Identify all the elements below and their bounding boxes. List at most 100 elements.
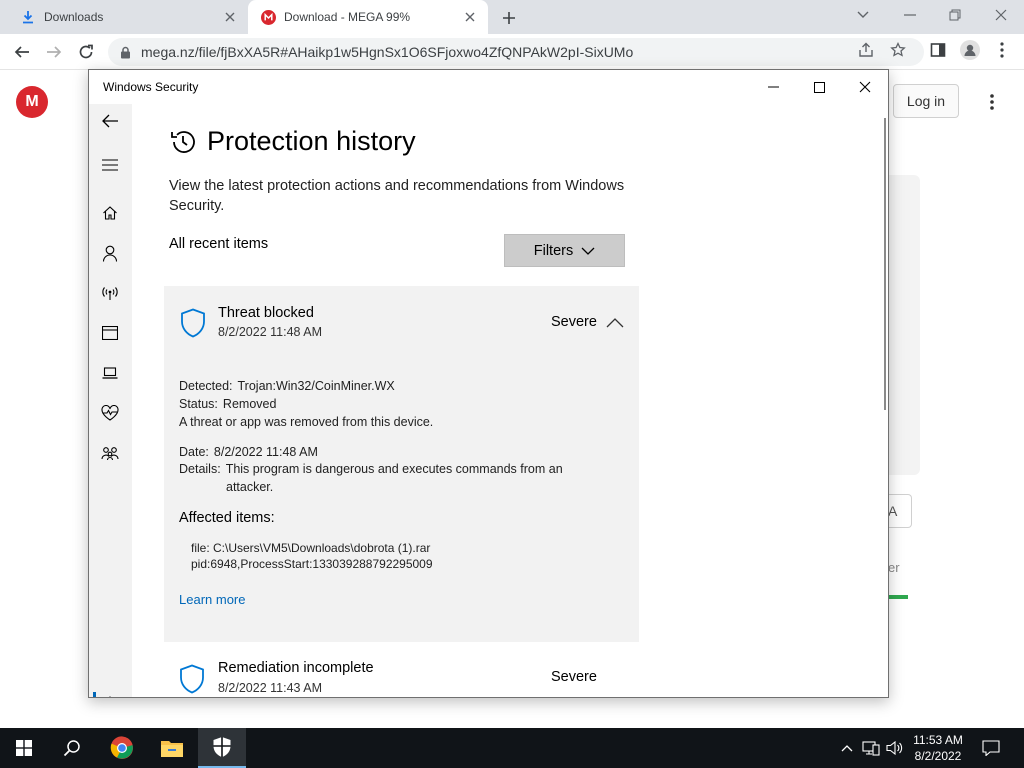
details-row: Details: This program is dangerous and ex…	[179, 462, 563, 476]
date-value: 8/2/2022 11:48 AM	[213, 445, 318, 459]
tab-search-icon[interactable]	[850, 4, 876, 26]
settings-gear-icon[interactable]	[99, 693, 121, 697]
mega-logo[interactable]: M	[16, 86, 48, 118]
close-window-icon[interactable]	[988, 4, 1014, 26]
page-description: View the latest protection actions and r…	[169, 178, 625, 214]
shield-icon	[180, 308, 206, 338]
forward-icon[interactable]	[42, 40, 66, 64]
security-content: Protection history View the latest prote…	[132, 104, 888, 697]
mega-icon	[260, 9, 276, 25]
close-icon[interactable]	[220, 7, 240, 27]
tab-title: Downloads	[44, 10, 104, 24]
filters-button[interactable]: Filters	[504, 234, 625, 267]
new-tab-button[interactable]	[498, 7, 520, 29]
partial-button-text: A	[888, 503, 898, 519]
notification-center-icon[interactable]	[982, 739, 1000, 757]
download-icon	[20, 9, 36, 25]
network-icon[interactable]	[862, 739, 880, 757]
restore-icon[interactable]	[942, 4, 968, 26]
minimize-icon[interactable]	[760, 76, 786, 98]
status-label: Status:	[179, 397, 218, 411]
section-label: All recent items	[169, 236, 269, 252]
tab-downloads[interactable]: Downloads	[0, 0, 248, 34]
page-title-text: Protection history	[207, 126, 416, 156]
status-value: Removed	[222, 397, 277, 411]
minimize-icon[interactable]	[897, 4, 923, 26]
status-row: Status: Removed	[179, 397, 276, 411]
profile-avatar-icon[interactable]	[960, 40, 980, 60]
back-arrow-icon[interactable]	[99, 110, 121, 132]
hamburger-menu-icon[interactable]	[99, 154, 121, 176]
details-label: Details:	[179, 462, 221, 476]
affected-process: pid:6948,ProcessStart:133039288792295009	[191, 557, 433, 571]
threat-blocked-card: Threat blocked 8/2/2022 11:48 AM Severe …	[164, 286, 639, 642]
remediation-title[interactable]: Remediation incomplete	[218, 660, 374, 676]
volume-icon[interactable]	[886, 739, 904, 757]
affected-items-heading: Affected items:	[179, 510, 275, 526]
bookmark-star-icon[interactable]	[888, 40, 908, 60]
clock-date: 8/2/2022	[914, 749, 962, 763]
window-titlebar[interactable]: Windows Security	[89, 70, 888, 104]
side-panel-icon[interactable]	[928, 40, 948, 60]
login-button[interactable]: Log in	[893, 84, 959, 118]
date-row: Date: 8/2/2022 11:48 AM	[179, 445, 318, 459]
system-clock[interactable]: 11:53 AM 8/2/2022	[904, 732, 972, 764]
firewall-network-icon[interactable]	[99, 282, 121, 304]
chevron-up-tray-icon[interactable]	[838, 739, 856, 757]
windows-security-window: Windows Security Protection history View…	[88, 69, 889, 698]
download-panel-edge	[888, 175, 920, 475]
more-options-icon[interactable]	[982, 90, 1002, 114]
windows-security-taskbar-button[interactable]	[198, 728, 246, 768]
tab-mega[interactable]: Download - MEGA 99%	[248, 0, 488, 34]
address-bar[interactable]: mega.nz/file/fjBxXA5R#AHaikp1w5HgnSx1O6S…	[108, 38, 924, 66]
close-icon[interactable]	[852, 76, 878, 98]
window-title: Windows Security	[103, 80, 199, 94]
windows-logo-icon	[16, 740, 32, 756]
family-options-icon[interactable]	[99, 442, 121, 464]
affected-file: file: C:\Users\VM5\Downloads\dobrota (1)…	[191, 541, 431, 555]
search-button[interactable]	[48, 728, 96, 768]
folder-icon	[160, 738, 184, 758]
security-sidebar	[89, 104, 132, 697]
threat-date: 8/2/2022 11:48 AM	[218, 325, 323, 339]
settings-active-indicator	[93, 692, 96, 697]
learn-more-link[interactable]: Learn more	[179, 592, 245, 607]
details-line-2: attacker.	[226, 480, 274, 494]
search-icon	[63, 739, 81, 757]
status-note: A threat or app was removed from this de…	[179, 415, 434, 429]
security-shield-icon	[212, 736, 232, 758]
partial-label: er	[888, 560, 900, 575]
close-icon[interactable]	[460, 7, 480, 27]
back-icon[interactable]	[10, 40, 34, 64]
home-icon[interactable]	[99, 202, 121, 224]
chevron-down-icon	[581, 247, 595, 255]
maximize-icon[interactable]	[806, 76, 832, 98]
browser-tabstrip: Downloads Download - MEGA 99%	[0, 0, 1024, 34]
detected-row: Detected: Trojan:Win32/CoinMiner.WX	[179, 379, 395, 393]
remediation-date: 8/2/2022 11:43 AM	[218, 681, 323, 695]
app-browser-control-icon[interactable]	[99, 322, 121, 344]
shield-icon	[179, 664, 205, 694]
clock-time: 11:53 AM	[913, 733, 963, 747]
chrome-icon	[110, 736, 134, 760]
page-title: Protection history	[169, 126, 416, 157]
file-explorer-button[interactable]	[148, 728, 196, 768]
chevron-up-icon[interactable]	[606, 316, 624, 328]
detected-value: Trojan:Win32/CoinMiner.WX	[237, 379, 395, 393]
lock-icon	[120, 46, 131, 59]
details-line-1: This program is dangerous and executes c…	[225, 462, 563, 476]
history-icon	[169, 128, 197, 156]
account-protection-icon[interactable]	[99, 242, 121, 264]
threat-title: Threat blocked	[218, 305, 314, 321]
start-button[interactable]	[0, 728, 48, 768]
partial-button[interactable]: A	[888, 494, 912, 528]
reload-icon[interactable]	[74, 40, 98, 64]
detected-label: Detected:	[179, 379, 233, 393]
severity-label: Severe	[551, 669, 597, 685]
scrollbar-thumb[interactable]	[884, 118, 886, 410]
chrome-taskbar-button[interactable]	[98, 728, 146, 768]
device-security-icon[interactable]	[99, 362, 121, 384]
device-health-icon[interactable]	[99, 402, 121, 424]
share-icon[interactable]	[856, 40, 876, 60]
browser-menu-icon[interactable]	[992, 40, 1012, 60]
